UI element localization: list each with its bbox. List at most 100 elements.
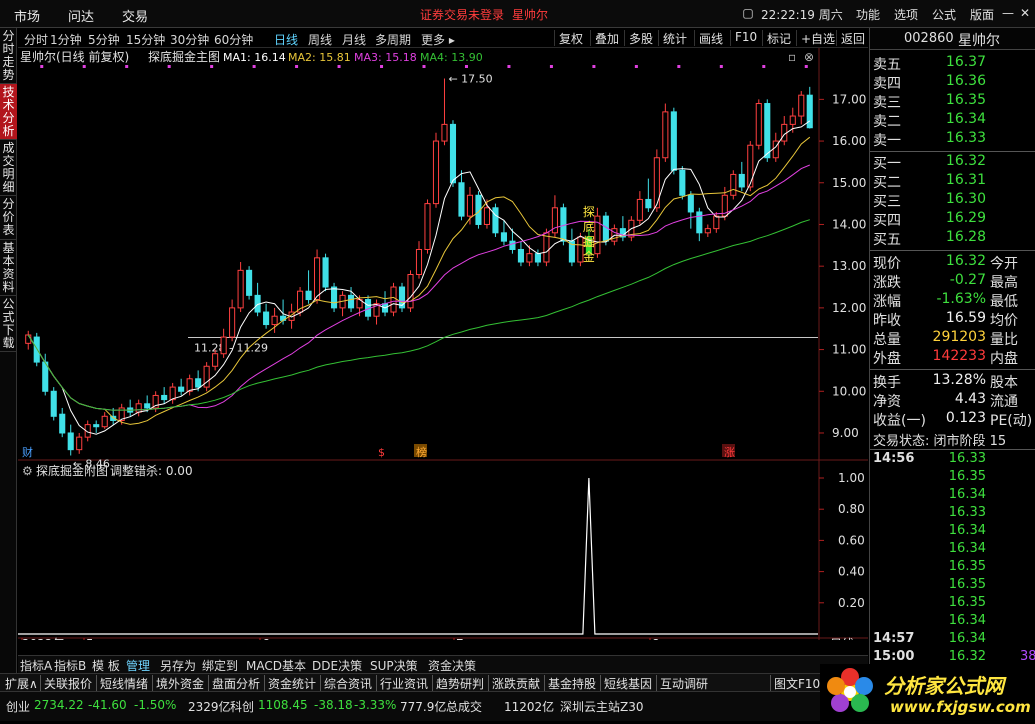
left-tab-3[interactable]: 分价表	[0, 196, 17, 240]
function-item-9[interactable]: 涨跌贡献	[488, 675, 540, 692]
indicator-tab-5[interactable]: 绑定到	[202, 657, 238, 674]
candle-body	[322, 257, 329, 288]
period-item-10[interactable]: 更多 ▸	[421, 31, 455, 48]
function-item-7[interactable]: 行业资讯	[376, 675, 428, 692]
stat-row: 涨幅 -1.63% 最低	[870, 291, 1035, 310]
tool-button-0[interactable]: 复权	[554, 30, 583, 46]
panel-expand-icon[interactable]: ▫	[788, 50, 796, 64]
restore-icon[interactable]: ▢	[740, 5, 756, 21]
stat-row: 昨收 16.59 均价	[870, 310, 1035, 329]
status-item-3: -1.50%	[134, 698, 177, 712]
event-marker-1[interactable]: $	[378, 446, 385, 459]
indicator-tab-9[interactable]: 资金决策	[428, 657, 476, 674]
candle-body	[730, 173, 737, 196]
left-tab-4[interactable]: 基本资料	[0, 240, 17, 296]
candle-body	[415, 248, 423, 276]
stat2-label-2: PE(动)	[990, 413, 1033, 429]
indicator-tab-2[interactable]: 模 板	[92, 657, 120, 674]
menu-layout[interactable]: 版面	[970, 6, 994, 23]
candle-body	[526, 253, 533, 263]
candle-body	[135, 403, 142, 413]
left-tab-1[interactable]: 技术分析	[0, 84, 17, 140]
function-item-11[interactable]: 短线基因	[600, 675, 652, 692]
function-item-10[interactable]: 基金持股	[544, 675, 596, 692]
panel-close-icon[interactable]: ⊗	[804, 50, 814, 64]
sub-y-tick-label: 0.60	[838, 533, 865, 547]
event-marker-2[interactable]: 榜	[416, 445, 427, 459]
indicator-tab-8[interactable]: SUP决策	[370, 657, 418, 674]
function-item-5[interactable]: 资金统计	[264, 675, 316, 692]
tick-price: 16.35	[948, 469, 986, 484]
indicator-tab-6[interactable]: MACD基本	[246, 657, 306, 674]
menu-options[interactable]: 选项	[894, 6, 918, 23]
candle-body	[271, 315, 278, 326]
event-marker-3[interactable]: 涨	[724, 446, 735, 459]
function-item-12[interactable]: 互动调研	[656, 675, 708, 692]
indicator-tab-4[interactable]: 另存为	[160, 657, 196, 674]
minimize-icon[interactable]: —	[1002, 5, 1014, 21]
function-item-3[interactable]: 境外资金	[152, 675, 204, 692]
tool-button-6[interactable]: 标记	[762, 30, 791, 46]
signal-label-char: 金	[583, 249, 595, 264]
stat2-row: 换手 13.28% 股本	[870, 372, 1035, 391]
function-item-6[interactable]: 综合资讯	[320, 675, 372, 692]
tick-row: 16.34	[870, 487, 1035, 506]
status-item-9: 777.9亿	[400, 700, 447, 714]
period-item-2[interactable]: 5分钟	[88, 31, 120, 48]
period-item-6[interactable]: 日线	[274, 31, 298, 48]
period-item-1[interactable]: 1分钟	[50, 31, 82, 48]
top-dot-marker	[380, 65, 384, 68]
stat-value: -1.63%	[936, 291, 986, 307]
left-tab-5[interactable]: 公式下载	[0, 296, 17, 352]
status-item-5: 科创	[230, 700, 255, 714]
top-dot-marker	[804, 65, 808, 68]
event-marker-0[interactable]: 财	[22, 445, 33, 459]
period-item-3[interactable]: 15分钟	[126, 31, 165, 48]
kline-chart[interactable]: 星帅尔(日线 前复权) 探底掘金主图 MA1: 16.14 MA2: 15.81 MA3…	[18, 48, 868, 640]
tool-button-3[interactable]: 统计	[658, 30, 687, 46]
y-tick-label: 17.00	[832, 92, 866, 106]
menu-trade[interactable]: 交易	[122, 6, 148, 25]
tool-button-2[interactable]: 多股	[624, 30, 653, 46]
tick-time: 14:56	[873, 451, 915, 466]
close-icon[interactable]: ✕	[1018, 5, 1032, 21]
function-item-4[interactable]: 盘面分析	[208, 675, 260, 692]
candle-body	[347, 294, 355, 309]
function-item-0[interactable]: 扩展∧	[2, 675, 38, 692]
left-tab-0[interactable]: 分时走势	[0, 28, 17, 84]
candle-body	[466, 194, 474, 217]
tool-button-8[interactable]: 返回	[836, 30, 865, 46]
menu-formula[interactable]: 公式	[932, 6, 956, 23]
indicator-tab-0[interactable]: 指标A	[20, 657, 52, 674]
y-tick-label: 16.00	[832, 134, 866, 148]
period-item-0[interactable]: 分时	[24, 31, 48, 48]
period-item-4[interactable]: 30分钟	[170, 31, 209, 48]
stat-label-2: 量比	[990, 332, 1018, 348]
function-item-1[interactable]: 关联报价	[40, 675, 92, 692]
stat-label-2: 今开	[990, 256, 1018, 272]
candle-body	[483, 207, 491, 225]
period-item-5[interactable]: 60分钟	[214, 31, 253, 48]
left-tab-2[interactable]: 成交明细	[0, 140, 17, 196]
stat-label-2: 内盘	[990, 351, 1018, 367]
period-item-8[interactable]: 月线	[342, 31, 366, 48]
indicator-tab-1[interactable]: 指标B	[54, 657, 86, 674]
tool-button-1[interactable]: 叠加	[590, 30, 619, 46]
period-item-7[interactable]: 周线	[308, 31, 332, 48]
tool-button-7[interactable]: +自选	[796, 30, 835, 46]
candle-body	[220, 336, 227, 355]
top-dot-marker	[40, 65, 44, 68]
function-item-13[interactable]: 图文F10	[770, 675, 820, 692]
tool-button-5[interactable]: F10	[730, 30, 757, 46]
menu-market[interactable]: 市场	[14, 6, 40, 25]
menu-function[interactable]: 功能	[856, 6, 880, 23]
function-item-8[interactable]: 趋势研判	[432, 675, 484, 692]
function-item-2[interactable]: 短线情绪	[96, 675, 148, 692]
period-item-9[interactable]: 多周期	[375, 31, 411, 48]
indicator-tab-3[interactable]: 管理	[126, 657, 150, 674]
login-notice[interactable]: 证券交易未登录	[420, 6, 504, 23]
menu-wenda[interactable]: 问达	[68, 6, 94, 25]
indicator-tab-7[interactable]: DDE决策	[312, 657, 362, 674]
tool-button-4[interactable]: 画线	[694, 30, 723, 46]
sub-panel-icon[interactable]: ⚙	[22, 464, 33, 478]
